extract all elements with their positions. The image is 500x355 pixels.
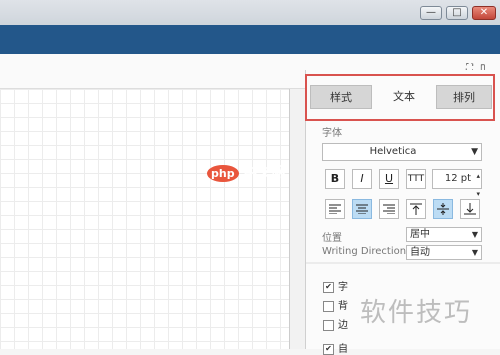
maximize-button[interactable]: □ xyxy=(446,6,468,20)
watermark-logo: php 中文网 xyxy=(207,162,285,182)
check-row[interactable]: 边 xyxy=(323,316,348,331)
align-left-button[interactable] xyxy=(325,199,345,219)
drawing-canvas[interactable] xyxy=(0,89,290,349)
vertical-text-button[interactable]: TTT xyxy=(406,169,426,189)
align-top-button[interactable] xyxy=(406,199,426,219)
check-row[interactable]: ✔ 字 xyxy=(323,278,348,293)
check-label: 边 xyxy=(338,320,348,331)
checkbox[interactable] xyxy=(323,319,334,331)
writing-direction-label: Writing Direction xyxy=(322,246,407,257)
underline-button[interactable]: U xyxy=(379,169,399,189)
align-middle-icon xyxy=(437,203,449,215)
font-family-value: Helvetica xyxy=(369,146,417,157)
align-middle-button[interactable] xyxy=(433,199,453,219)
check-row[interactable]: ✔ 自 xyxy=(323,340,348,355)
align-bottom-icon xyxy=(464,203,476,215)
dropdown-arrow-icon: ▼ xyxy=(471,230,478,239)
watermark-logo-text: 中文网 xyxy=(243,165,286,181)
bold-button[interactable]: B xyxy=(325,169,345,189)
canvas-gutter xyxy=(290,89,305,349)
app-header xyxy=(0,25,500,54)
close-button[interactable]: ✕ xyxy=(472,6,496,20)
window-titlebar: — □ ✕ xyxy=(0,0,500,26)
tab-arrange[interactable]: 排列 xyxy=(436,85,492,109)
font-section-label: 字体 xyxy=(322,128,342,139)
checkbox-checked[interactable]: ✔ xyxy=(323,343,334,355)
position-value: 居中 xyxy=(410,229,430,240)
check-label: 背 xyxy=(338,301,348,312)
position-label: 位置 xyxy=(322,233,342,244)
writing-direction-value: 自动 xyxy=(410,247,430,258)
align-center-icon xyxy=(356,204,368,215)
writing-direction-select[interactable]: 自动 ▼ xyxy=(406,245,482,260)
align-right-button[interactable] xyxy=(379,199,399,219)
align-center-button[interactable] xyxy=(352,199,372,219)
dropdown-arrow-icon: ▼ xyxy=(471,147,478,157)
stepper-icon[interactable]: ▴ ▾ xyxy=(476,167,480,203)
checkbox[interactable] xyxy=(323,300,334,312)
tab-style[interactable]: 样式 xyxy=(310,85,372,109)
watermark-logo-badge: php xyxy=(207,165,239,182)
align-top-icon xyxy=(410,203,422,215)
font-size-field[interactable]: 12 pt ▴ ▾ xyxy=(432,169,482,198)
watermark-text: 软件技巧 xyxy=(360,298,473,328)
position-select[interactable]: 居中 ▼ xyxy=(406,227,482,242)
checkbox-checked[interactable]: ✔ xyxy=(323,281,334,293)
dropdown-arrow-icon: ▼ xyxy=(471,248,478,257)
font-size-value: 12 pt xyxy=(444,173,471,184)
align-left-icon xyxy=(329,204,341,215)
check-label: 自 xyxy=(338,344,348,355)
align-bottom-button[interactable] xyxy=(460,199,480,219)
check-label: 字 xyxy=(338,282,348,293)
check-row[interactable]: 背 xyxy=(323,297,348,312)
minimize-button[interactable]: — xyxy=(420,6,442,20)
font-family-select[interactable]: Helvetica ▼ xyxy=(322,143,482,161)
tab-text[interactable]: 文本 xyxy=(374,85,434,109)
align-right-icon xyxy=(383,204,395,215)
italic-button[interactable]: I xyxy=(352,169,372,189)
